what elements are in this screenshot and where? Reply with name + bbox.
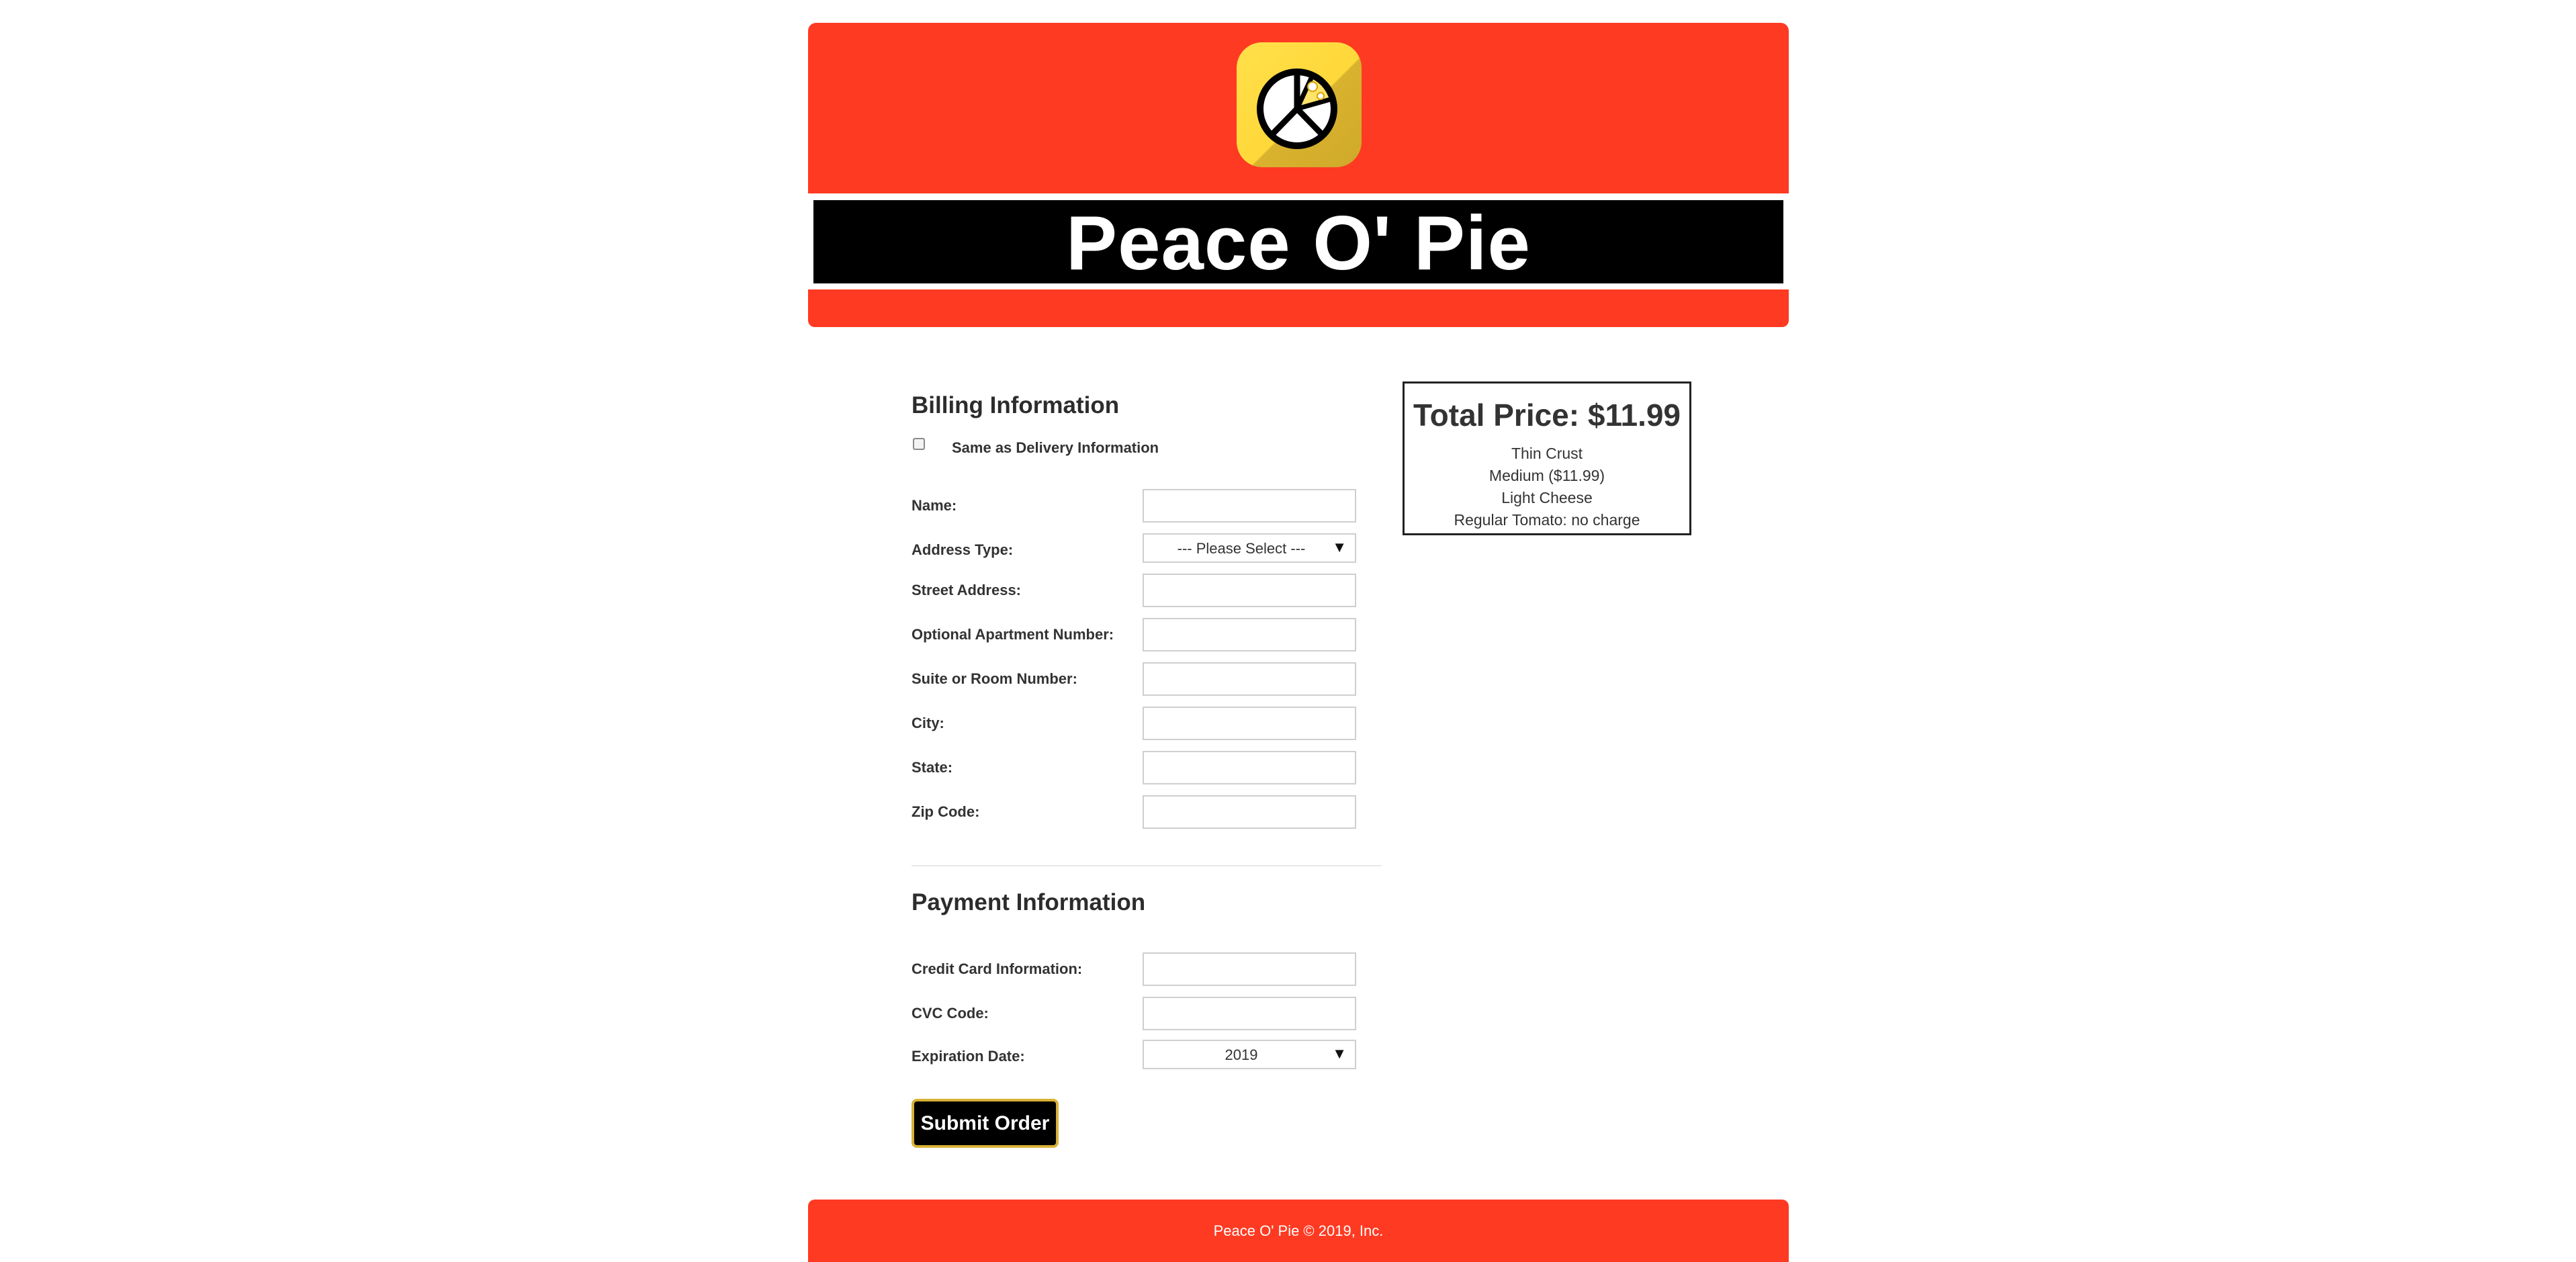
summary-item-cheese: Light Cheese xyxy=(1501,489,1593,506)
credit-card-field[interactable] xyxy=(1143,952,1356,986)
name-row: Name: xyxy=(912,489,1382,523)
same-as-delivery-label: Same as Delivery Information xyxy=(952,439,1159,456)
apartment-label: Optional Apartment Number: xyxy=(912,626,1114,643)
city-label: City: xyxy=(912,715,944,731)
expiration-select[interactable]: 2019 ▼ xyxy=(1143,1040,1356,1069)
summary-items: Thin Crust Medium ($11.99) Light Cheese … xyxy=(1405,443,1689,531)
address-type-value: --- Please Select --- xyxy=(1177,540,1306,557)
cvc-row: CVC Code: xyxy=(912,997,1382,1030)
zip-field[interactable] xyxy=(1143,795,1356,829)
page: Peace O' Pie Billing Information Same as… xyxy=(0,0,2576,1262)
name-label: Name: xyxy=(912,497,957,514)
summary-item-sauce: Regular Tomato: no charge xyxy=(1454,511,1640,529)
credit-card-row: Credit Card Information: xyxy=(912,952,1382,986)
city-field[interactable] xyxy=(1143,707,1356,740)
footer-copyright: Peace O' Pie © 2019, Inc. xyxy=(1213,1222,1384,1239)
suite-row: Suite or Room Number: xyxy=(912,662,1382,696)
state-row: State: xyxy=(912,751,1382,784)
summary-item-crust: Thin Crust xyxy=(1511,445,1583,462)
address-type-select[interactable]: --- Please Select --- ▼ xyxy=(1143,533,1356,563)
address-type-row: Address Type: --- Please Select --- ▼ xyxy=(912,533,1382,567)
dropdown-arrow-icon: ▼ xyxy=(1332,539,1347,555)
credit-card-label: Credit Card Information: xyxy=(912,960,1083,977)
suite-field[interactable] xyxy=(1143,662,1356,696)
same-as-delivery-checkbox[interactable] xyxy=(913,438,925,450)
zip-label: Zip Code: xyxy=(912,803,980,820)
expiration-value: 2019 xyxy=(1225,1046,1258,1063)
payment-heading: Payment Information xyxy=(912,889,1146,915)
same-as-delivery: Same as Delivery Information xyxy=(912,438,1247,458)
city-row: City: xyxy=(912,707,1382,740)
street-label: Street Address: xyxy=(912,582,1022,598)
apartment-field[interactable] xyxy=(1143,618,1356,651)
section-divider xyxy=(912,865,1382,866)
site-header: Peace O' Pie xyxy=(808,23,1789,327)
site-title: Peace O' Pie xyxy=(1066,201,1531,286)
summary-item-size: Medium ($11.99) xyxy=(1489,467,1605,484)
street-field[interactable] xyxy=(1143,574,1356,607)
street-row: Street Address: xyxy=(912,574,1382,607)
total-price: Total Price: $11.99 xyxy=(1413,398,1681,433)
order-summary: Total Price: $11.99 Thin Crust Medium ($… xyxy=(1403,381,1691,535)
pizza-peace-icon[interactable] xyxy=(1237,42,1362,167)
address-type-label: Address Type: xyxy=(912,541,1014,558)
site-footer: Peace O' Pie © 2019, Inc. xyxy=(808,1200,1789,1262)
zip-row: Zip Code: xyxy=(912,795,1382,829)
state-field[interactable] xyxy=(1143,751,1356,784)
dropdown-arrow-icon: ▼ xyxy=(1332,1045,1347,1062)
cvc-field[interactable] xyxy=(1143,997,1356,1030)
expiration-label: Expiration Date: xyxy=(912,1048,1025,1065)
cvc-label: CVC Code: xyxy=(912,1005,989,1022)
title-bar: Peace O' Pie xyxy=(813,200,1783,283)
suite-label: Suite or Room Number: xyxy=(912,670,1077,687)
apartment-row: Optional Apartment Number: xyxy=(912,618,1382,651)
state-label: State: xyxy=(912,759,953,776)
header-stripe xyxy=(808,289,1789,327)
expiration-row: Expiration Date: 2019 ▼ xyxy=(912,1040,1382,1073)
name-field[interactable] xyxy=(1143,489,1356,523)
submit-order-button[interactable]: Submit Order xyxy=(912,1099,1059,1148)
billing-heading: Billing Information xyxy=(912,392,1120,418)
